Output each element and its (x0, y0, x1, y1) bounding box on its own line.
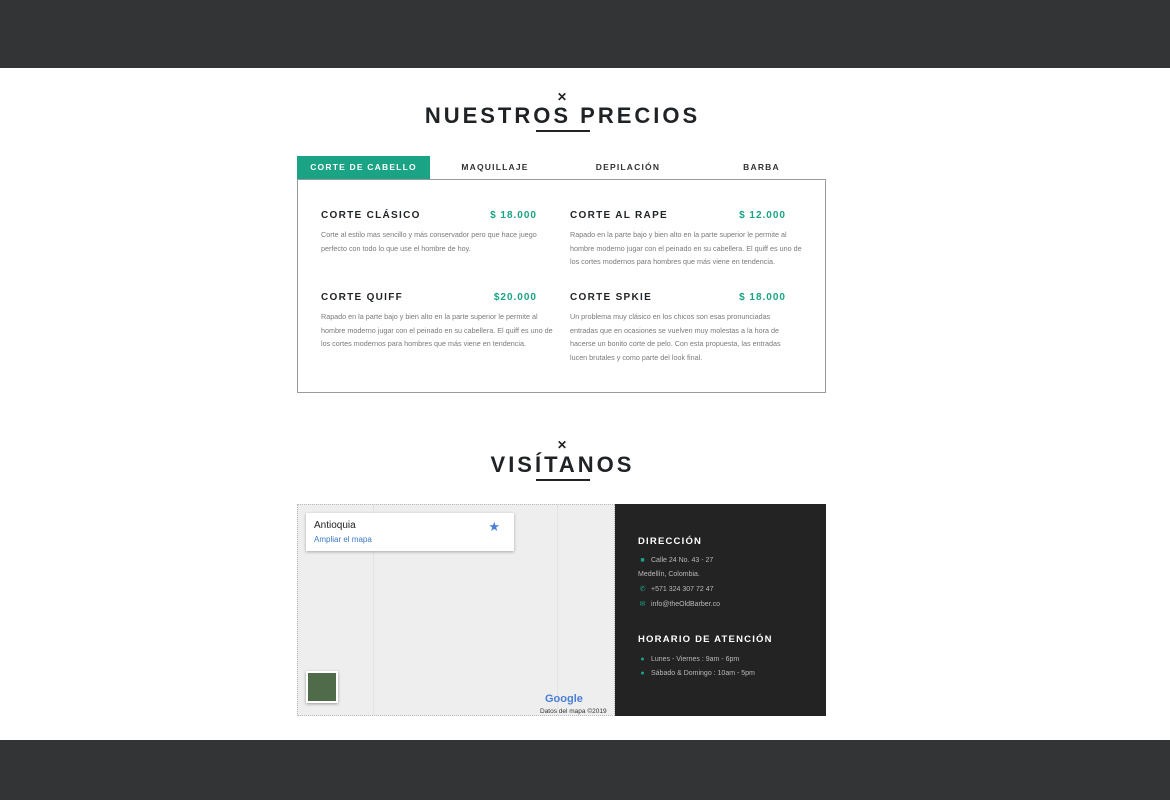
address-line: ■ Calle 24 No. 43 - 27 (638, 557, 713, 564)
price-item-name: CORTE AL RAPE (570, 210, 669, 221)
email-link[interactable]: info@theOldBarber.co (651, 601, 720, 608)
hours-weekdays: Lunes - Viernes : 9am - 6pm (651, 656, 740, 663)
tab-barba[interactable]: BARBA (696, 156, 827, 180)
star-icon[interactable]: ★ (488, 519, 500, 535)
contact-panel: DIRECCIÓN ■ Calle 24 No. 43 - 27 Medellín… (615, 504, 826, 716)
pricing-tabs: CORTE DE CABELLO MAQUILLAJE DEPILACIÓN B… (297, 156, 827, 185)
address-city: Medellín, Colombia. (638, 571, 700, 578)
phone-number[interactable]: +571 324 307 72 47 (651, 586, 713, 593)
tab-corte-de-cabello[interactable]: CORTE DE CABELLO (297, 156, 430, 185)
address-street: Calle 24 No. 43 - 27 (651, 557, 714, 564)
map-data-credit: Datos del mapa ©2019 (540, 708, 607, 715)
bottom-chrome-bar (0, 740, 1170, 800)
phone-icon: ✆ (639, 586, 646, 593)
scissors-mark-icon: ✕ (556, 90, 568, 104)
price-item-name: CORTE CLÁSICO (321, 210, 421, 221)
phone-line: ✆ +571 324 307 72 47 (638, 585, 714, 593)
clock-icon: ● (640, 656, 645, 663)
enlarge-map-link[interactable]: Ampliar el mapa (314, 535, 372, 544)
price-item-price: $ 18.000 (490, 210, 537, 221)
price-item-price: $20.000 (493, 292, 537, 303)
tab-maquillaje[interactable]: MAQUILLAJE (430, 156, 560, 180)
hours-heading: HORARIO DE ATENCIÓN (638, 634, 773, 645)
price-item-description: Rapado en la parte bajo y bien alto en l… (321, 312, 553, 348)
tab-depilacion[interactable]: DEPILACIÓN (560, 156, 696, 180)
price-item-description: Corte al estilo mas sencillo y más conse… (321, 230, 537, 253)
pricing-title-underline (536, 130, 590, 132)
map-embed[interactable]: Antioquia Ampliar el mapa ★ Google Datos… (297, 504, 615, 716)
price-item-price: $ 12.000 (739, 210, 786, 221)
map-road (557, 505, 558, 715)
google-logo: Google (545, 693, 583, 705)
map-info-card: Antioquia Ampliar el mapa ★ (306, 513, 514, 551)
map-icon: ■ (640, 557, 645, 564)
price-item-name: CORTE QUIFF (321, 292, 404, 303)
satellite-toggle-thumbnail[interactable] (306, 671, 338, 703)
scissors-mark-icon: ✕ (556, 438, 568, 452)
price-item-price: $ 18.000 (739, 292, 786, 303)
visit-title: VISÍTANOS (490, 452, 635, 477)
price-item-name: CORTE SPKIE (570, 292, 653, 303)
hours-weekdays-line: ● Lunes - Viernes : 9am - 6pm (638, 656, 739, 663)
clock-icon: ● (640, 670, 645, 677)
hours-weekend: Sábado & Domingo : 10am - 5pm (651, 670, 755, 677)
hours-weekend-line: ● Sábado & Domingo : 10am - 5pm (638, 670, 755, 677)
email-line: ✉ info@theOldBarber.co (638, 600, 720, 608)
map-place-name: Antioquia (314, 520, 356, 531)
price-item-description: Rapado en la parte bajo y bien alto en l… (570, 230, 802, 266)
price-item-description: Un problema muy clásico en los chicos so… (570, 312, 781, 362)
pricing-title: NUESTROS PRECIOS (424, 103, 701, 128)
top-chrome-bar (0, 0, 1170, 68)
price-list-panel: CORTE CLÁSICO $ 18.000 Corte al estilo m… (297, 179, 826, 393)
address-heading: DIRECCIÓN (638, 536, 703, 547)
envelope-icon: ✉ (639, 601, 646, 608)
visit-title-underline (536, 479, 590, 481)
